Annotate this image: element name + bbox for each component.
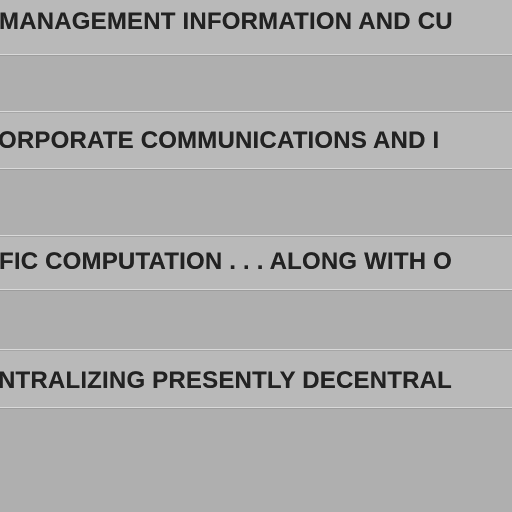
blank-band bbox=[0, 169, 512, 235]
separator-line bbox=[0, 349, 512, 350]
blank-band bbox=[0, 55, 512, 111]
separator-line bbox=[0, 289, 512, 290]
separator-line bbox=[0, 168, 512, 169]
blank-band bbox=[0, 290, 512, 349]
text-line-4: NTRALIZING PRESENTLY DECENTRAL bbox=[0, 367, 510, 395]
text-line-3: FIC COMPUTATION . . . ALONG WITH O bbox=[0, 248, 511, 276]
text-line-4-content: NTRALIZING PRESENTLY DECENTRAL bbox=[0, 367, 453, 394]
text-line-3-content: FIC COMPUTATION . . . ALONG WITH O bbox=[0, 248, 452, 275]
text-line-1: MANAGEMENT INFORMATION AND CU bbox=[0, 8, 511, 36]
text-line-2: ORPORATE COMMUNICATIONS AND I bbox=[0, 127, 510, 155]
blank-band bbox=[0, 408, 512, 512]
separator-line bbox=[0, 54, 512, 55]
text-line-1-content: MANAGEMENT INFORMATION AND CU bbox=[0, 8, 453, 35]
separator-line bbox=[0, 235, 512, 236]
text-line-2-content: ORPORATE COMMUNICATIONS AND I bbox=[0, 127, 440, 154]
document-page: MANAGEMENT INFORMATION AND CU ORPORATE C… bbox=[0, 0, 512, 512]
separator-line bbox=[0, 111, 512, 112]
separator-line bbox=[0, 407, 512, 408]
